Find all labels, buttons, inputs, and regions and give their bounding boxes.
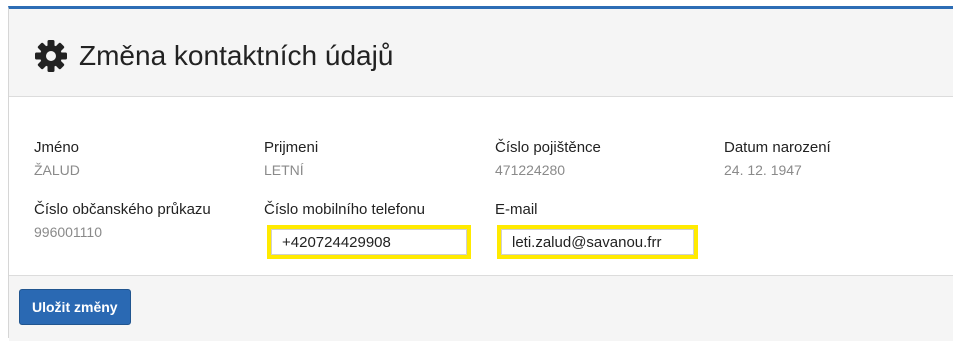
insurance-number-label: Číslo pojištěnce	[495, 139, 601, 156]
mobile-phone-field: Číslo mobilního telefonu	[264, 201, 425, 219]
insurance-number-field: Číslo pojištěnce 471224280	[495, 139, 601, 179]
mobile-phone-label: Číslo mobilního telefonu	[264, 201, 425, 218]
form-body: Jméno ŽALUD Prijmeni LETNÍ Číslo pojiště…	[9, 97, 953, 275]
last-name-value: LETNÍ	[264, 162, 304, 178]
last-name-label: Prijmeni	[264, 139, 319, 156]
birth-date-field: Datum narození 24. 12. 1947	[724, 139, 831, 179]
panel-header: Změna kontaktních údajů	[9, 9, 953, 97]
last-name-field: Prijmeni LETNÍ	[264, 139, 318, 179]
gear-icon	[35, 40, 67, 72]
first-name-label: Jméno	[34, 139, 80, 156]
id-card-field: Číslo občanského průkazu 996001110	[34, 201, 211, 241]
email-field: E-mail	[495, 201, 538, 219]
email-highlight	[497, 225, 698, 259]
page-title: Změna kontaktních údajů	[79, 40, 394, 71]
first-name-field: Jméno ŽALUD	[34, 139, 80, 179]
panel-footer: Uložit změny	[9, 275, 953, 341]
birth-date-value: 24. 12. 1947	[724, 162, 802, 178]
mobile-phone-input[interactable]	[271, 229, 467, 255]
birth-date-label: Datum narození	[724, 139, 831, 156]
contact-change-panel: Změna kontaktních údajů Jméno ŽALUD Prij…	[8, 6, 953, 341]
email-input[interactable]	[501, 229, 694, 255]
id-card-value: 996001110	[34, 224, 102, 240]
save-changes-button[interactable]: Uložit změny	[19, 289, 131, 325]
first-name-value: ŽALUD	[34, 162, 80, 178]
insurance-number-value: 471224280	[495, 162, 566, 178]
id-card-label: Číslo občanského průkazu	[34, 201, 211, 218]
email-label: E-mail	[495, 201, 538, 218]
mobile-phone-highlight	[267, 225, 471, 259]
